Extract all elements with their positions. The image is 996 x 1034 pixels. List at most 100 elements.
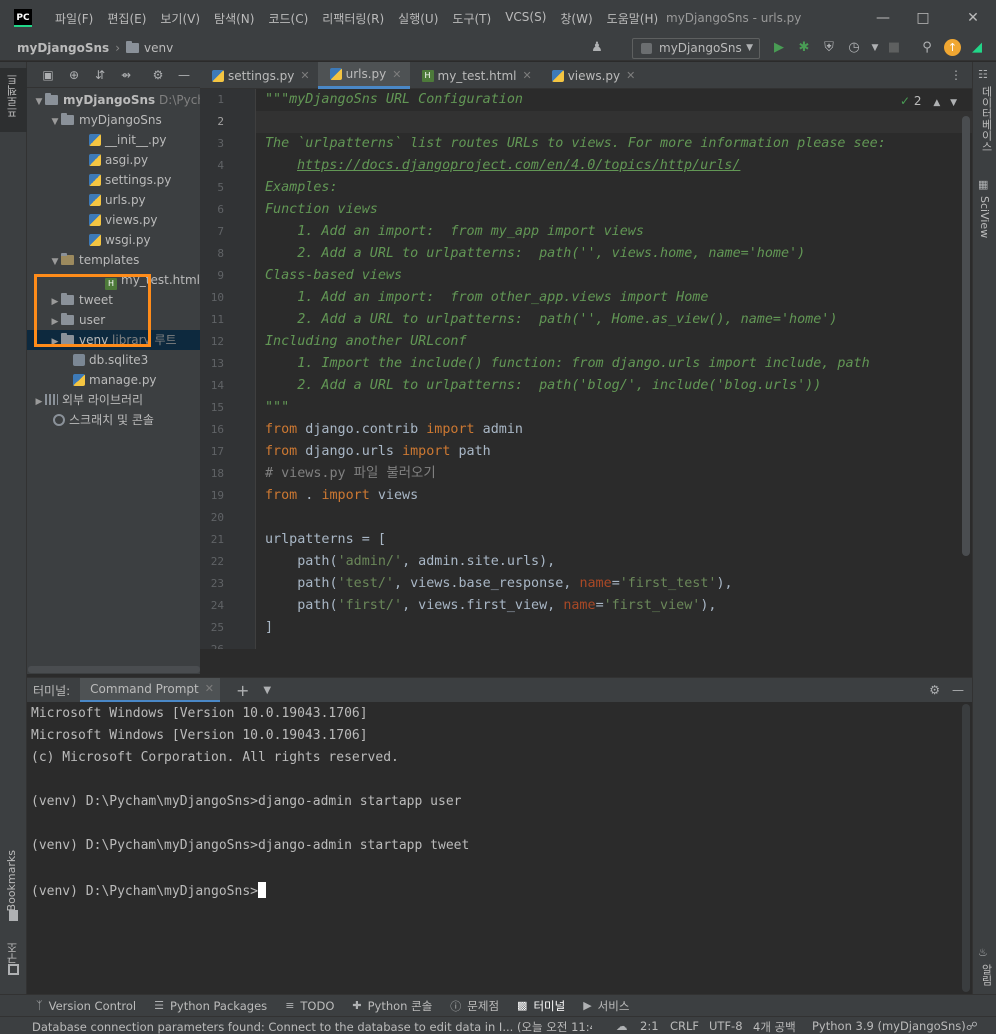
caret-position[interactable]: 2:1 <box>640 1019 659 1033</box>
line-separator[interactable]: CRLF <box>670 1019 699 1033</box>
close-tab-icon[interactable]: ✕ <box>392 68 401 81</box>
menu-code[interactable]: 코드(C) <box>261 10 315 27</box>
update-icon[interactable]: ↑ <box>944 39 961 56</box>
close-tab-icon[interactable]: ✕ <box>522 69 531 82</box>
menu-window[interactable]: 창(W) <box>553 10 599 27</box>
hide-panel-icon[interactable]: — <box>175 66 193 84</box>
toolwindow-todo[interactable]: ≡ TODO <box>285 999 334 1013</box>
file-encoding[interactable]: UTF-8 <box>709 1019 743 1033</box>
debug-icon[interactable]: ✱ <box>795 39 813 57</box>
chevron-down-icon[interactable]: ▼ <box>950 98 957 108</box>
terminal-output[interactable]: Microsoft Windows [Version 10.0.19043.17… <box>27 702 972 994</box>
tree-folder-user[interactable]: ▶ user <box>27 310 200 330</box>
inspection-widget[interactable]: ✓ 2 ▲ ▼ <box>900 94 957 108</box>
more-run-icon[interactable]: ▼ <box>866 39 884 57</box>
database-tool-label[interactable]: 데이터베이스 <box>978 86 994 152</box>
run-configuration-select[interactable]: myDjangoSns ▼ <box>632 38 760 59</box>
close-tab-icon[interactable]: ✕ <box>300 69 309 82</box>
editor-scrollbar[interactable] <box>962 116 970 556</box>
project-tool-button[interactable]: 프로젝트 <box>0 68 27 132</box>
tree-file[interactable]: __init__.py <box>27 130 200 150</box>
line-number: 1 <box>217 93 224 106</box>
notifications-tool-label[interactable]: 알림 <box>978 964 994 986</box>
user-icon[interactable]: ♟ <box>588 39 606 57</box>
line-number: 8 <box>217 247 224 260</box>
menu-tools[interactable]: 도구(T) <box>445 10 498 27</box>
string-literal: 'admin/' <box>337 554 403 569</box>
breadcrumb-folder[interactable]: venv <box>144 41 173 55</box>
python-interpreter[interactable]: Python 3.9 (myDjangoSns) <box>812 1019 966 1033</box>
locate-icon[interactable]: ⊕ <box>65 66 83 84</box>
indent-setting[interactable]: 4개 공백 <box>753 1019 796 1034</box>
tree-file[interactable]: asgi.py <box>27 150 200 170</box>
chevron-down-icon[interactable]: ▼ <box>263 685 271 696</box>
menu-refactor[interactable]: 리팩터링(R) <box>315 10 391 27</box>
status-message[interactable]: Database connection parameters found: Co… <box>32 1019 592 1034</box>
gear-icon[interactable]: ⚙ <box>929 683 940 697</box>
tree-external-libraries[interactable]: ▶ 외부 라이브러리 <box>27 390 200 410</box>
stop-icon[interactable]: ■ <box>885 39 903 57</box>
tree-root[interactable]: ▼ myDjangoSns D:\Pych <box>27 90 200 110</box>
code-editor[interactable]: 1 2 3 4 5 6 7 8 9 10 11 12 13 14 15 16 1… <box>200 89 972 649</box>
tree-file[interactable]: Hmy_test.html <box>27 270 200 290</box>
sciview-tool-label[interactable]: SciView <box>978 196 991 238</box>
toolwindow-terminal[interactable]: ▩ 터미널 <box>517 998 565 1014</box>
project-horizontal-scrollbar[interactable] <box>28 666 200 673</box>
tree-package[interactable]: ▼ myDjangoSns <box>27 110 200 130</box>
gear-icon[interactable]: ⚙ <box>149 66 167 84</box>
structure-tool-label[interactable]: 구조 <box>5 942 21 964</box>
coverage-icon[interactable]: ⛨ <box>820 39 838 57</box>
vcs-icon[interactable]: ☁ <box>616 1019 628 1033</box>
toolwindow-services[interactable]: ▶ 서비스 <box>583 998 629 1014</box>
maximize-icon[interactable]: □ <box>913 8 933 28</box>
minimize-icon[interactable]: — <box>873 8 893 28</box>
tree-file[interactable]: manage.py <box>27 370 200 390</box>
search-icon[interactable]: ⚲ <box>918 39 936 57</box>
profile-icon[interactable]: ◷ <box>845 39 863 57</box>
chevron-up-icon[interactable]: ▲ <box>933 98 940 108</box>
toolwindow-version-control[interactable]: ᛉ Version Control <box>36 999 136 1013</box>
menu-file[interactable]: 파일(F) <box>48 10 100 27</box>
close-window-icon[interactable]: ✕ <box>963 8 983 28</box>
collapse-all-icon[interactable]: ⇴ <box>117 66 135 84</box>
tree-file[interactable]: settings.py <box>27 170 200 190</box>
close-tab-icon[interactable]: ✕ <box>205 682 214 695</box>
docs-url-link[interactable]: https://docs.djangoproject.com/en/4.0/to… <box>297 158 740 173</box>
lock-icon[interactable]: ☍ <box>966 1019 978 1033</box>
menu-edit[interactable]: 편집(E) <box>100 10 153 27</box>
line-number: 24 <box>210 599 224 612</box>
add-terminal-icon[interactable]: + <box>236 681 249 700</box>
tree-file[interactable]: wsgi.py <box>27 230 200 250</box>
tree-file[interactable]: urls.py <box>27 190 200 210</box>
breadcrumb-project[interactable]: myDjangoSns <box>17 41 109 55</box>
menu-run[interactable]: 실행(U) <box>391 10 445 27</box>
tab-actions-icon[interactable]: ⋮ <box>950 62 962 88</box>
tree-folder-venv[interactable]: ▶ venv library 루트 <box>27 330 200 350</box>
python-file-icon <box>329 68 342 80</box>
menu-view[interactable]: 보기(V) <box>153 10 207 27</box>
tree-file[interactable]: db.sqlite3 <box>27 350 200 370</box>
tree-folder-templates[interactable]: ▼ templates <box>27 250 200 270</box>
tree-file[interactable]: views.py <box>27 210 200 230</box>
menu-vcs[interactable]: VCS(S) <box>498 10 553 27</box>
terminal-scrollbar[interactable] <box>962 704 970 992</box>
tab-views-py[interactable]: views.py ✕ <box>540 62 644 89</box>
toolwindow-problems[interactable]: ⓘ 문제점 <box>450 998 499 1014</box>
terminal-tab-command-prompt[interactable]: Command Prompt ✕ <box>80 677 220 703</box>
tree-scratches[interactable]: 스크래치 및 콘솔 <box>27 410 200 430</box>
tab-my-test-html[interactable]: Hmy_test.html ✕ <box>410 62 540 89</box>
bookmarks-tool-label[interactable]: Bookmarks <box>5 850 18 911</box>
run-icon[interactable]: ▶ <box>770 39 788 57</box>
tab-urls-py[interactable]: urls.py ✕ <box>317 62 410 89</box>
menu-navigate[interactable]: 탐색(N) <box>207 10 261 27</box>
hide-panel-icon[interactable]: — <box>952 683 964 697</box>
expand-all-icon[interactable]: ⇵ <box>91 66 109 84</box>
toolwindow-python-console[interactable]: ✚ Python 콘솔 <box>352 998 432 1014</box>
close-tab-icon[interactable]: ✕ <box>626 69 635 82</box>
toolwindow-python-packages[interactable]: ☰ Python Packages <box>154 999 267 1013</box>
tree-folder-tweet[interactable]: ▶ tweet <box>27 290 200 310</box>
menu-help[interactable]: 도움말(H) <box>600 10 666 27</box>
jetbrains-toolbox-icon[interactable]: ◢ <box>968 39 986 57</box>
tab-settings-py[interactable]: settings.py ✕ <box>200 62 318 89</box>
project-view-icon[interactable]: ▣ <box>39 66 57 84</box>
